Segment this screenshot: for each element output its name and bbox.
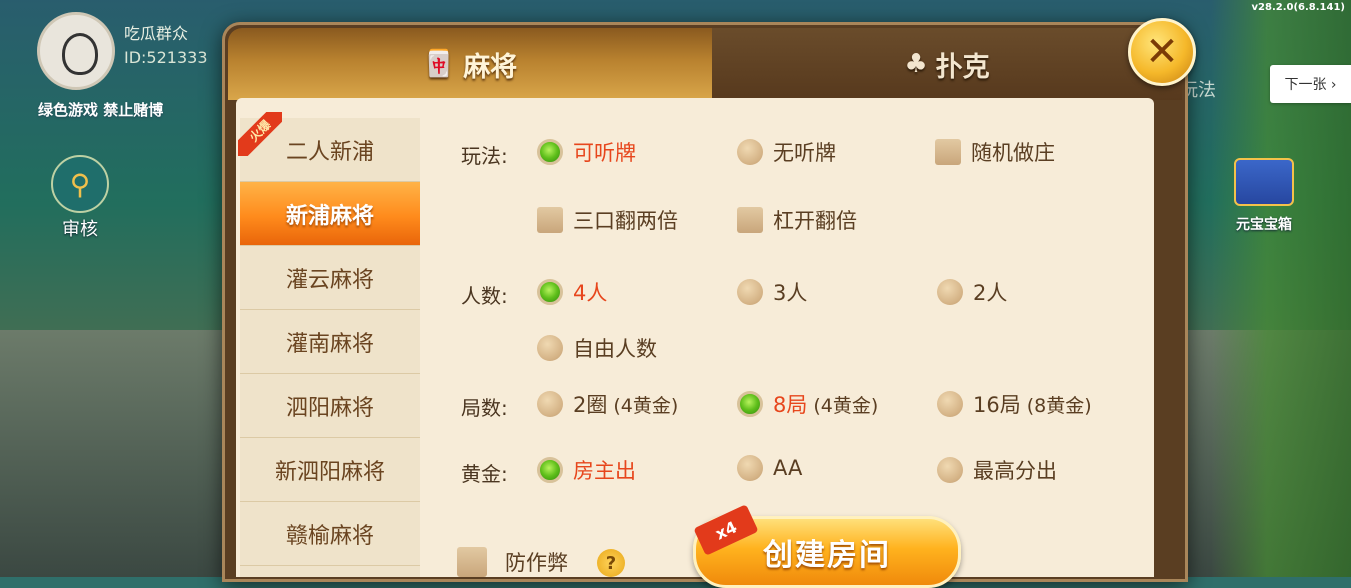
option-cost: (4黄金) [813,394,879,417]
tab-poker-label: 扑克 [935,51,990,83]
option-radio[interactable]: 房主出 [537,455,636,485]
variant-list: 二人新浦 新浦麻将 灌云麻将 灌南麻将 泗阳麻将 新泗阳麻将 赣榆麻将 [240,118,420,577]
row-label-play: 玩法: [461,144,508,168]
variant-item[interactable]: 新泗阳麻将 [240,438,420,502]
option-radio[interactable]: 可听牌 [537,137,636,167]
variant-item[interactable]: 泗阳麻将 [240,374,420,438]
club-icon: ♣ [904,49,928,79]
help-icon[interactable]: ? [597,549,625,577]
option-label: 可听牌 [573,141,636,165]
option-label: 8局 [773,393,808,417]
hot-badge: 火爆 [238,112,282,156]
row-label-gold: 黄金: [461,462,508,486]
audit-label: 审核 [62,219,98,240]
option-cost: (8黄金) [1026,394,1092,417]
radio-off-icon [537,335,563,361]
treasure-label: 元宝宝箱 [1236,217,1292,233]
option-radio[interactable]: 3人 [737,277,807,307]
audit-button[interactable]: ⚲ 审核 [48,155,112,240]
option-label: 房主出 [573,459,636,483]
option-radio[interactable]: 16局 (8黄金) [937,389,1092,419]
radio-off-icon [937,279,963,305]
option-radio[interactable]: 8局 (4黄金) [737,389,878,419]
option-label: 杠开翻倍 [773,209,857,233]
option-checkbox[interactable]: 杠开翻倍 [737,205,857,235]
variant-item-active[interactable]: 新浦麻将 [240,182,420,246]
option-label: 3人 [773,281,808,305]
radio-on-icon [737,391,763,417]
option-checkbox[interactable]: 三口翻两倍 [537,205,678,235]
version-label: v28.2.0(6.8.141) [1251,2,1345,13]
checkbox-icon [935,139,961,165]
checkbox-icon [737,207,763,233]
option-cost: (4黄金) [613,394,679,417]
radio-off-icon [937,457,963,483]
option-radio[interactable]: 2圈 (4黄金) [537,389,678,419]
option-label: 最高分出 [973,459,1057,483]
user-id: ID:521333 [124,48,208,67]
option-radio[interactable]: 4人 [537,277,607,307]
radio-off-icon [737,279,763,305]
treasure-chest-icon [1234,158,1294,206]
option-label: 4人 [573,281,608,305]
hot-badge-label: 火爆 [238,112,282,156]
treasure-chest-button[interactable]: 元宝宝箱 [1224,158,1304,238]
tab-poker[interactable]: ♣ 扑克 [712,28,1182,100]
option-label: 随机做庄 [971,141,1055,165]
option-label: 16局 [973,393,1021,417]
option-radio[interactable]: 2人 [937,277,1007,307]
variant-item[interactable]: 灌南麻将 [240,310,420,374]
option-label: 2圈 [573,393,608,417]
next-button[interactable]: 下一张 › [1270,65,1351,103]
radio-off-icon [737,455,763,481]
row-label-rounds: 局数: [461,396,508,420]
option-radio[interactable]: AA [737,455,802,481]
option-radio[interactable]: 最高分出 [937,455,1057,485]
radio-on-icon [537,139,563,165]
option-label: 三口翻两倍 [573,209,678,233]
radio-off-icon [737,139,763,165]
anti-cheat-label: 防作弊 [505,551,568,575]
radio-off-icon [937,391,963,417]
close-icon: ✕ [1145,29,1179,75]
option-label: 无听牌 [773,141,836,165]
avatar-face-icon [62,33,98,75]
slogan: 绿色游戏 禁止赌博 [38,101,164,119]
row-label-players: 人数: [461,284,508,308]
username: 吃瓜群众 [124,24,189,43]
variant-item[interactable]: 灌云麻将 [240,246,420,310]
radio-off-icon [537,391,563,417]
tab-mahjong[interactable]: 🀄 麻将 [228,28,712,100]
variant-item[interactable]: 赣榆麻将 [240,502,420,566]
checkbox-icon [537,207,563,233]
option-checkbox[interactable]: 随机做庄 [935,137,1055,167]
option-radio[interactable]: 无听牌 [737,137,836,167]
option-radio[interactable]: 自由人数 [537,333,657,363]
mahjong-icon: 🀄 [422,49,456,79]
close-button[interactable]: ✕ [1128,18,1196,86]
game-tabbar: 🀄 麻将 ♣ 扑克 [228,28,1182,100]
radio-on-icon [537,279,563,305]
radio-on-icon [537,457,563,483]
tab-mahjong-label: 麻将 [463,51,518,83]
avatar[interactable] [37,12,115,90]
option-label: 自由人数 [573,337,657,361]
checkbox-icon [457,547,487,577]
option-label: AA [773,456,803,480]
stamp-icon: ⚲ [51,155,109,213]
option-label: 2人 [973,281,1008,305]
anti-cheat-checkbox[interactable]: 防作弊 [457,547,568,577]
